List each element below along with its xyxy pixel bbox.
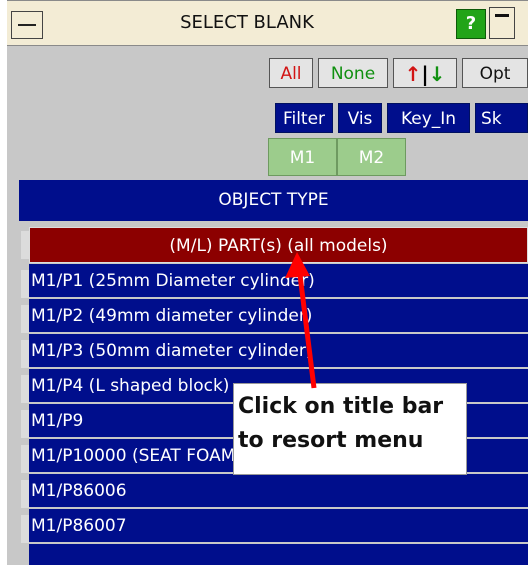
hidden-column-edge bbox=[21, 340, 29, 368]
object-type-header[interactable]: OBJECT TYPE bbox=[19, 180, 528, 221]
list-item[interactable] bbox=[29, 544, 528, 565]
sort-divider: | bbox=[421, 62, 429, 86]
list-item[interactable]: M1/P86007 bbox=[29, 509, 528, 543]
window-title: SELECT BLANK bbox=[180, 12, 314, 33]
select-none-button[interactable]: None bbox=[318, 58, 388, 88]
hidden-column-edge bbox=[21, 270, 29, 298]
callout-text-line-1: Click on title bar bbox=[238, 394, 444, 419]
options-button[interactable]: Opt bbox=[462, 58, 528, 88]
filter-button[interactable]: Filter bbox=[275, 103, 333, 133]
key-in-button[interactable]: Key_In bbox=[387, 103, 470, 133]
hidden-column-edge bbox=[21, 445, 29, 473]
hidden-column-edge bbox=[21, 305, 29, 333]
help-button[interactable]: ? bbox=[456, 9, 486, 39]
sort-toggle-button[interactable]: ↑|↓ bbox=[393, 58, 457, 88]
list-item[interactable]: M1/P1 (25mm Diameter cylinder) bbox=[29, 264, 528, 298]
collapse-minus-icon[interactable] bbox=[11, 11, 43, 39]
list-item[interactable]: M1/P86006 bbox=[29, 474, 528, 508]
sketch-button[interactable]: Sk bbox=[475, 103, 528, 133]
model-tab-m2[interactable]: M2 bbox=[337, 138, 406, 176]
part-type-title-row[interactable]: (M/L) PART(s) (all models) bbox=[29, 227, 528, 263]
hidden-column-edge bbox=[21, 375, 29, 403]
list-item[interactable]: M1/P2 (49mm diameter cylinder) bbox=[29, 299, 528, 333]
arrow-up-icon: ↑ bbox=[404, 62, 422, 86]
hidden-column-edge bbox=[21, 231, 29, 259]
callout-text-line-2: to resort menu bbox=[238, 428, 424, 453]
select-all-button[interactable]: All bbox=[269, 58, 313, 88]
hidden-column-edge bbox=[21, 515, 29, 543]
list-item[interactable]: M1/P3 (50mm diameter cylinder) bbox=[29, 334, 528, 368]
model-tab-m1[interactable]: M1 bbox=[268, 138, 337, 176]
minimize-icon[interactable] bbox=[489, 7, 515, 39]
visible-button[interactable]: Vis bbox=[338, 103, 382, 133]
hidden-column-edge bbox=[21, 410, 29, 438]
title-bar[interactable]: SELECT BLANK ? bbox=[7, 0, 528, 46]
help-callout: Click on title bar to resort menu bbox=[233, 383, 467, 475]
arrow-down-icon: ↓ bbox=[428, 62, 446, 86]
hidden-column-edge bbox=[21, 480, 29, 508]
select-blank-panel: SELECT BLANK ? All None ↑|↓ Opt Filter V… bbox=[7, 0, 528, 565]
